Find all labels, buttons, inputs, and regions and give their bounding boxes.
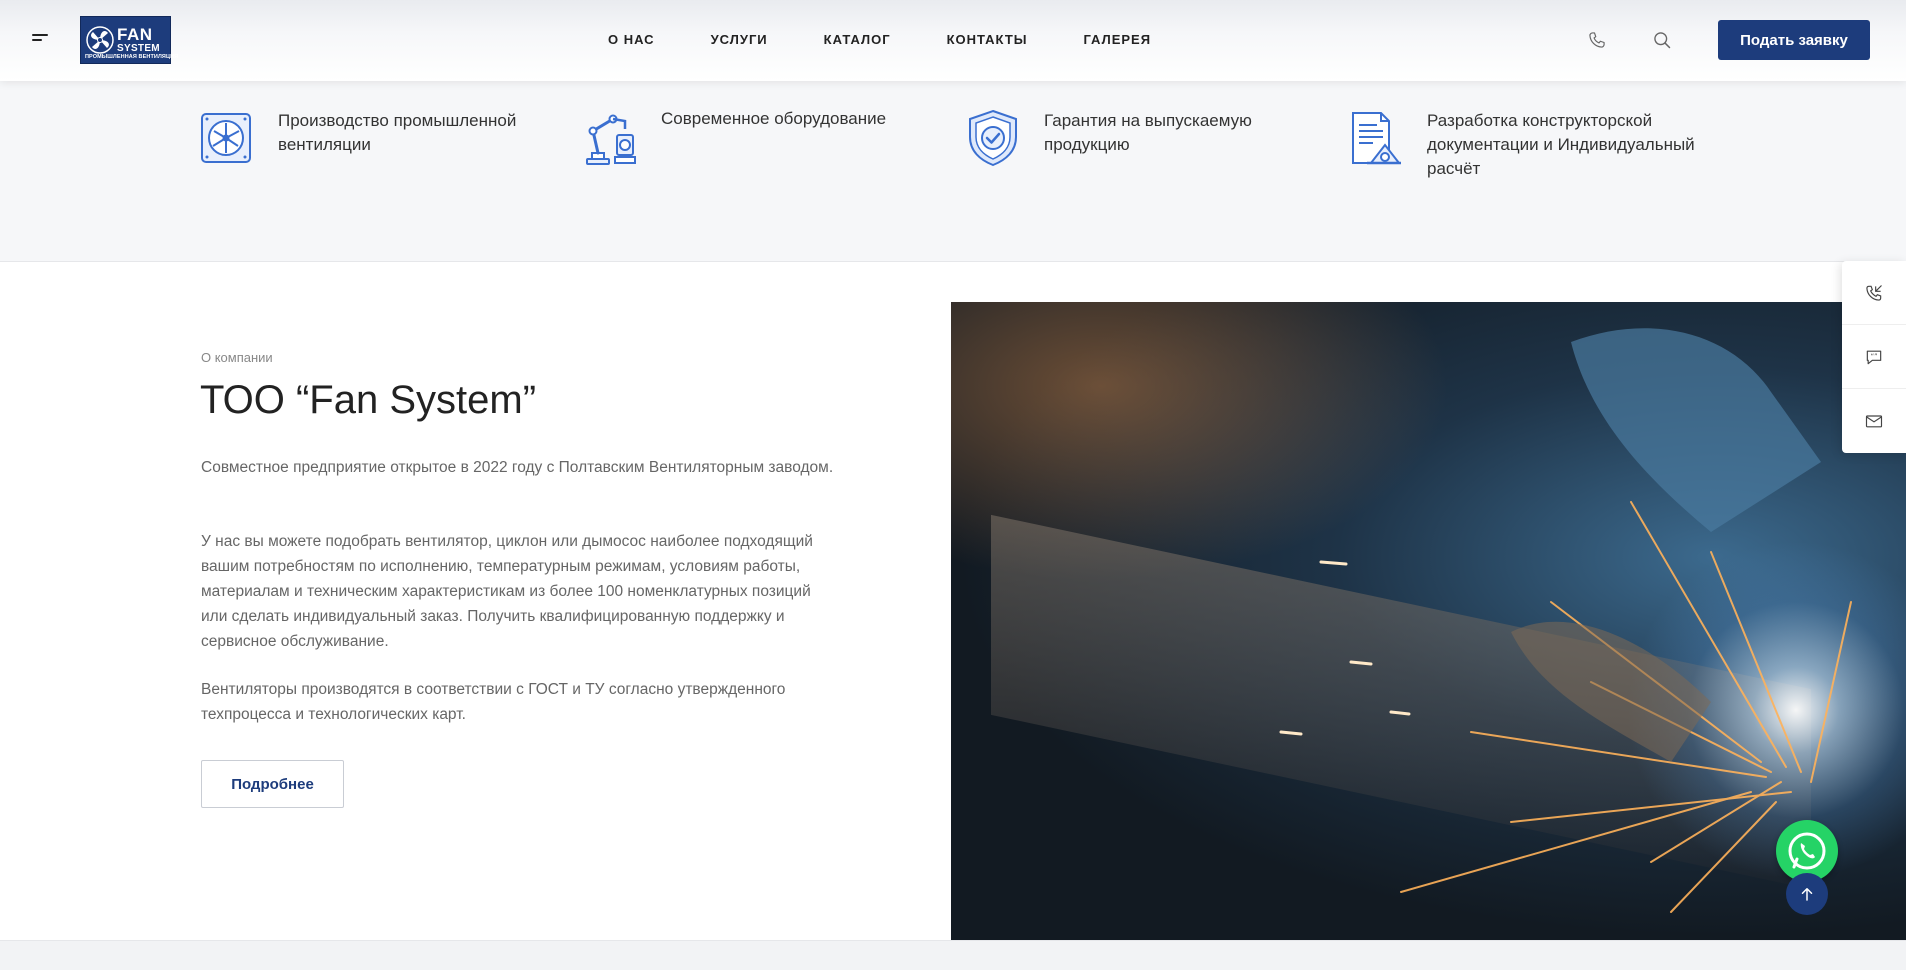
feature-text: Современное оборудование xyxy=(661,109,887,128)
scroll-to-top-button[interactable] xyxy=(1786,873,1828,915)
nav-gallery[interactable]: ГАЛЕРЕЯ xyxy=(1083,32,1151,47)
mail-icon xyxy=(1865,415,1883,428)
next-section-band xyxy=(0,940,1906,970)
logo[interactable]: FAN SYSTEM ПРОМЫШЛЕННАЯ ВЕНТИЛЯЦИЯ xyxy=(80,16,178,64)
feature-text: Гарантия на выпускаемую продукцию xyxy=(1044,111,1252,154)
company-title: ТОО “Fan System” xyxy=(200,378,537,422)
side-mail-button[interactable] xyxy=(1842,389,1906,453)
phone-icon[interactable] xyxy=(1587,30,1607,50)
nav-catalog[interactable]: КАТАЛОГ xyxy=(824,32,891,47)
shield-check-icon xyxy=(969,109,1017,167)
robot-arm-icon xyxy=(586,114,636,165)
document-drawing-icon xyxy=(1352,112,1402,165)
feature-text: Разработка конструкторской документации … xyxy=(1427,111,1695,178)
about-paragraph: Вентиляторы производятся в соответствии … xyxy=(201,681,786,723)
about-paragraph: Совместное предприятие открытое в 2022 г… xyxy=(201,459,834,476)
side-chat-button[interactable]: “” xyxy=(1842,325,1906,389)
feature-item: Разработка конструкторской документации … xyxy=(1349,109,1727,181)
nav-services[interactable]: УСЛУГИ xyxy=(711,32,768,47)
svg-text:“”: “” xyxy=(1871,352,1878,360)
feature-text: Производство промышленной вентиляции xyxy=(278,111,517,154)
logo-fan-icon xyxy=(86,26,114,54)
sparks-overlay xyxy=(1279,328,1852,913)
section-label: О компании xyxy=(201,350,273,365)
more-button[interactable]: Подробнее xyxy=(201,760,344,808)
side-callback-button[interactable] xyxy=(1842,261,1906,325)
submit-request-button[interactable]: Подать заявку xyxy=(1718,20,1870,60)
chat-icon: “” xyxy=(1866,350,1882,364)
callback-phone-icon xyxy=(1866,284,1882,301)
site-header: FAN SYSTEM ПРОМЫШЛЕННАЯ ВЕНТИЛЯЦИЯ О НАС… xyxy=(0,0,1906,81)
arrow-up-icon xyxy=(1801,888,1813,901)
about-paragraph: У нас вы можете подобрать вентилятор, ци… xyxy=(201,533,813,650)
feature-item: Производство промышленной вентиляции xyxy=(200,109,568,167)
whatsapp-icon xyxy=(1788,832,1826,870)
main-nav: О НАС УСЛУГИ КАТАЛОГ КОНТАКТЫ ГАЛЕРЕЯ xyxy=(608,32,1151,47)
fan-icon xyxy=(201,113,251,163)
side-contact-widget: “” xyxy=(1842,261,1906,453)
logo-word-fan: FAN xyxy=(117,25,153,44)
logo-word-system: SYSTEM xyxy=(117,43,160,54)
features-strip: Производство промышленной вентиляции Сов… xyxy=(0,81,1906,262)
welding-photo xyxy=(951,302,1906,940)
feature-item: Гарантия на выпускаемую продукцию xyxy=(966,109,1304,167)
search-icon[interactable] xyxy=(1652,30,1672,50)
logo-subline: ПРОМЫШЛЕННАЯ ВЕНТИЛЯЦИЯ xyxy=(85,54,179,60)
menu-icon[interactable] xyxy=(32,34,48,46)
nav-contacts[interactable]: КОНТАКТЫ xyxy=(947,32,1028,47)
nav-about[interactable]: О НАС xyxy=(608,32,655,47)
feature-item: Современное оборудование xyxy=(583,109,951,167)
